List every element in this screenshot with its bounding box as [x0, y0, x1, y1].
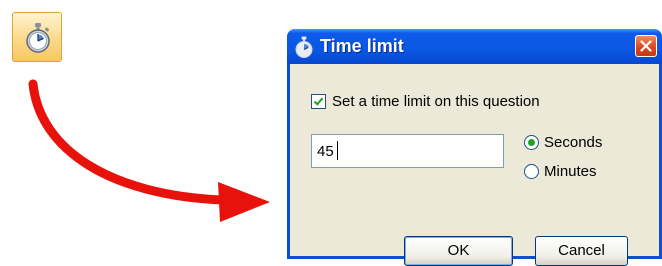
dialog-body: Set a time limit on this question Second…	[290, 64, 659, 266]
time-limit-dialog: Time limit Set a time limit on this ques…	[287, 29, 662, 266]
time-value-input[interactable]	[311, 134, 504, 168]
dialog-title: Time limit	[320, 36, 404, 56]
stopwatch-icon	[295, 36, 313, 58]
radio-selected-dot	[528, 139, 535, 146]
seconds-radio-label: Seconds	[544, 134, 603, 151]
time-limit-checkbox-label: Set a time limit on this question	[332, 93, 540, 110]
time-limit-checkbox[interactable]	[311, 94, 326, 109]
text-caret	[337, 141, 338, 160]
dialog-title-bar[interactable]: Time limit	[287, 29, 662, 64]
close-button[interactable]	[635, 35, 657, 57]
ok-button[interactable]: OK	[404, 236, 513, 266]
checkmark-icon	[313, 97, 324, 106]
minutes-radio[interactable]	[524, 164, 539, 179]
seconds-radio[interactable]	[524, 135, 539, 150]
minutes-radio-label: Minutes	[544, 163, 597, 180]
close-icon	[640, 40, 652, 52]
cancel-button[interactable]: Cancel	[535, 236, 628, 266]
